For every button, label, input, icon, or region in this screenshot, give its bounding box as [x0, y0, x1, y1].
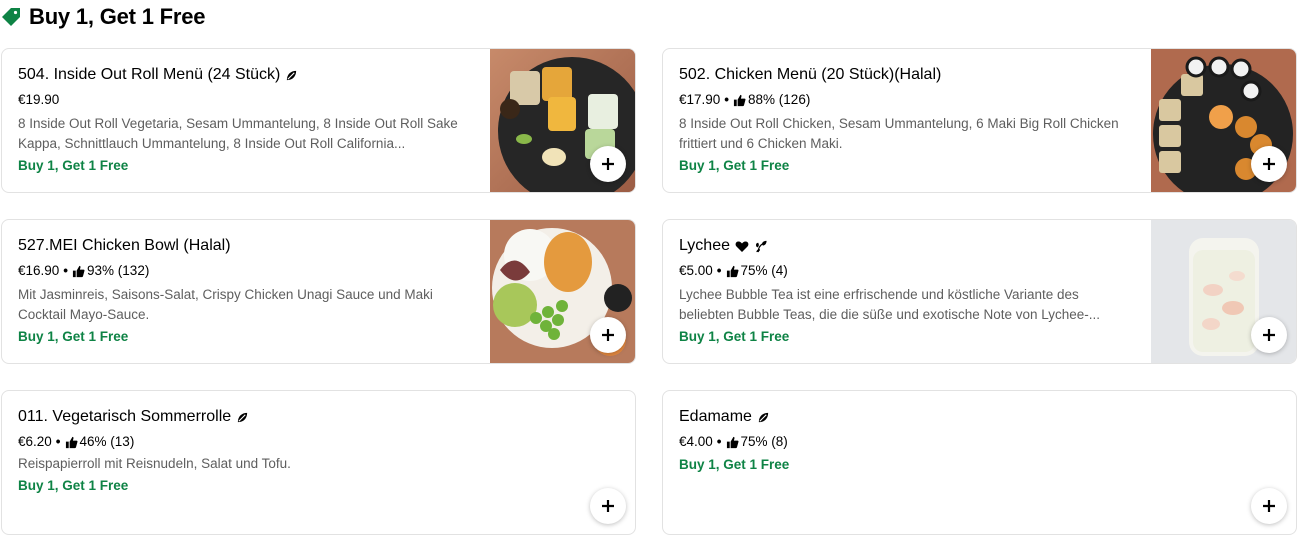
menu-item-description: 8 Inside Out Roll Chicken, Sesam Ummante…: [679, 116, 1119, 151]
menu-item-promo: Buy 1, Get 1 Free: [679, 457, 790, 472]
menu-item-name: Edamame: [679, 408, 752, 425]
section-title: Buy 1, Get 1 Free: [29, 4, 206, 29]
add-item-button[interactable]: [1251, 317, 1287, 353]
vegan-icon: [754, 240, 768, 253]
menu-item-info: Lychee €5.00 • 75% (4) Lychee Bubble Tea…: [679, 236, 1124, 346]
menu-item-description: 8 Inside Out Roll Vegetaria, Sesam Umman…: [18, 116, 458, 151]
menu-item-promo: Buy 1, Get 1 Free: [679, 158, 790, 173]
menu-item-rating: 93% (132): [87, 263, 150, 278]
menu-item-info: Edamame €4.00 • 75% (8) Buy 1, Get 1 Fre…: [679, 407, 1236, 474]
separator-dot: •: [716, 434, 722, 449]
add-item-button[interactable]: [590, 146, 626, 182]
separator-dot: •: [63, 263, 69, 278]
thumbs-up-icon: [72, 265, 85, 277]
menu-item-price: €17.90: [679, 92, 721, 107]
menu-item-name: 011. Vegetarisch Sommerrolle: [18, 408, 232, 425]
menu-item-name-row: 504. Inside Out Roll Menü (24 Stück): [18, 65, 463, 85]
plus-icon: [602, 158, 614, 170]
add-item-button[interactable]: [590, 317, 626, 353]
menu-item-meta: €5.00 • 75% (4): [679, 262, 1124, 280]
menu-item-card[interactable]: 527.MEI Chicken Bowl (Halal) €16.90 • 93…: [1, 219, 636, 364]
menu-item-meta: €19.90: [18, 91, 463, 109]
section-header: Buy 1, Get 1 Free: [0, 2, 206, 32]
menu-item-info: 504. Inside Out Roll Menü (24 Stück) €19…: [18, 65, 463, 175]
add-item-button[interactable]: [590, 488, 626, 524]
menu-item-info: 011. Vegetarisch Sommerrolle €6.20 • 46%…: [18, 407, 575, 495]
menu-item-name-row: 011. Vegetarisch Sommerrolle: [18, 407, 575, 427]
menu-item-name-row: 527.MEI Chicken Bowl (Halal): [18, 236, 463, 256]
add-item-button[interactable]: [1251, 146, 1287, 182]
menu-item-rating: 46% (13): [79, 434, 135, 449]
heart-icon: [735, 240, 749, 253]
menu-item-card[interactable]: Lychee €5.00 • 75% (4) Lychee Bubble Tea…: [662, 219, 1297, 364]
add-item-button[interactable]: [1251, 488, 1287, 524]
menu-item-promo: Buy 1, Get 1 Free: [18, 478, 129, 493]
menu-item-description: Reispapierroll mit Reisnudeln, Salat und…: [18, 456, 291, 471]
menu-item-promo: Buy 1, Get 1 Free: [679, 329, 790, 344]
thumbs-up-icon: [726, 265, 739, 277]
leaf-icon: [285, 69, 298, 82]
plus-icon: [1263, 500, 1275, 512]
menu-item-card[interactable]: 504. Inside Out Roll Menü (24 Stück) €19…: [1, 48, 636, 193]
tag-icon: [2, 8, 20, 26]
menu-item-price: €5.00: [679, 263, 713, 278]
menu-item-rating: 75% (8): [740, 434, 788, 449]
menu-item-card[interactable]: 011. Vegetarisch Sommerrolle €6.20 • 46%…: [1, 390, 636, 535]
menu-item-promo: Buy 1, Get 1 Free: [18, 329, 129, 344]
menu-item-meta: €16.90 • 93% (132): [18, 262, 463, 280]
separator-dot: •: [724, 92, 730, 107]
menu-item-price: €19.90: [18, 92, 60, 107]
plus-icon: [1263, 329, 1275, 341]
menu-item-name: 527.MEI Chicken Bowl (Halal): [18, 237, 231, 254]
menu-item-name: 502. Chicken Menü (20 Stück)(Halal): [679, 66, 942, 83]
menu-item-meta: €6.20 • 46% (13): [18, 433, 575, 451]
plus-icon: [602, 500, 614, 512]
thumbs-up-icon: [65, 436, 78, 448]
leaf-icon: [236, 411, 249, 424]
menu-item-info: 527.MEI Chicken Bowl (Halal) €16.90 • 93…: [18, 236, 463, 346]
menu-item-name-row: 502. Chicken Menü (20 Stück)(Halal): [679, 65, 1124, 85]
thumbs-up-icon: [733, 94, 746, 106]
separator-dot: •: [716, 263, 722, 278]
menu-item-info: 502. Chicken Menü (20 Stück)(Halal) €17.…: [679, 65, 1124, 175]
menu-item-price: €16.90: [18, 263, 60, 278]
menu-item-name-row: Edamame: [679, 407, 1236, 427]
menu-item-price: €6.20: [18, 434, 52, 449]
plus-icon: [1263, 158, 1275, 170]
menu-item-name-row: Lychee: [679, 236, 1124, 256]
menu-item-promo: Buy 1, Get 1 Free: [18, 158, 129, 173]
plus-icon: [602, 329, 614, 341]
menu-item-rating: 75% (4): [740, 263, 788, 278]
separator-dot: •: [55, 434, 61, 449]
menu-item-description: Lychee Bubble Tea ist eine erfrischende …: [679, 287, 1101, 322]
menu-item-name: Lychee: [679, 237, 730, 254]
menu-item-meta: €4.00 • 75% (8): [679, 433, 1236, 451]
menu-item-card[interactable]: 502. Chicken Menü (20 Stück)(Halal) €17.…: [662, 48, 1297, 193]
menu-item-description: Mit Jasminreis, Saisons-Salat, Crispy Ch…: [18, 287, 433, 322]
menu-item-meta: €17.90 • 88% (126): [679, 91, 1124, 109]
menu-item-price: €4.00: [679, 434, 713, 449]
thumbs-up-icon: [726, 436, 739, 448]
menu-item-rating: 88% (126): [748, 92, 811, 107]
menu-item-card[interactable]: Edamame €4.00 • 75% (8) Buy 1, Get 1 Fre…: [662, 390, 1297, 535]
menu-item-name: 504. Inside Out Roll Menü (24 Stück): [18, 66, 281, 83]
leaf-icon: [757, 411, 770, 424]
